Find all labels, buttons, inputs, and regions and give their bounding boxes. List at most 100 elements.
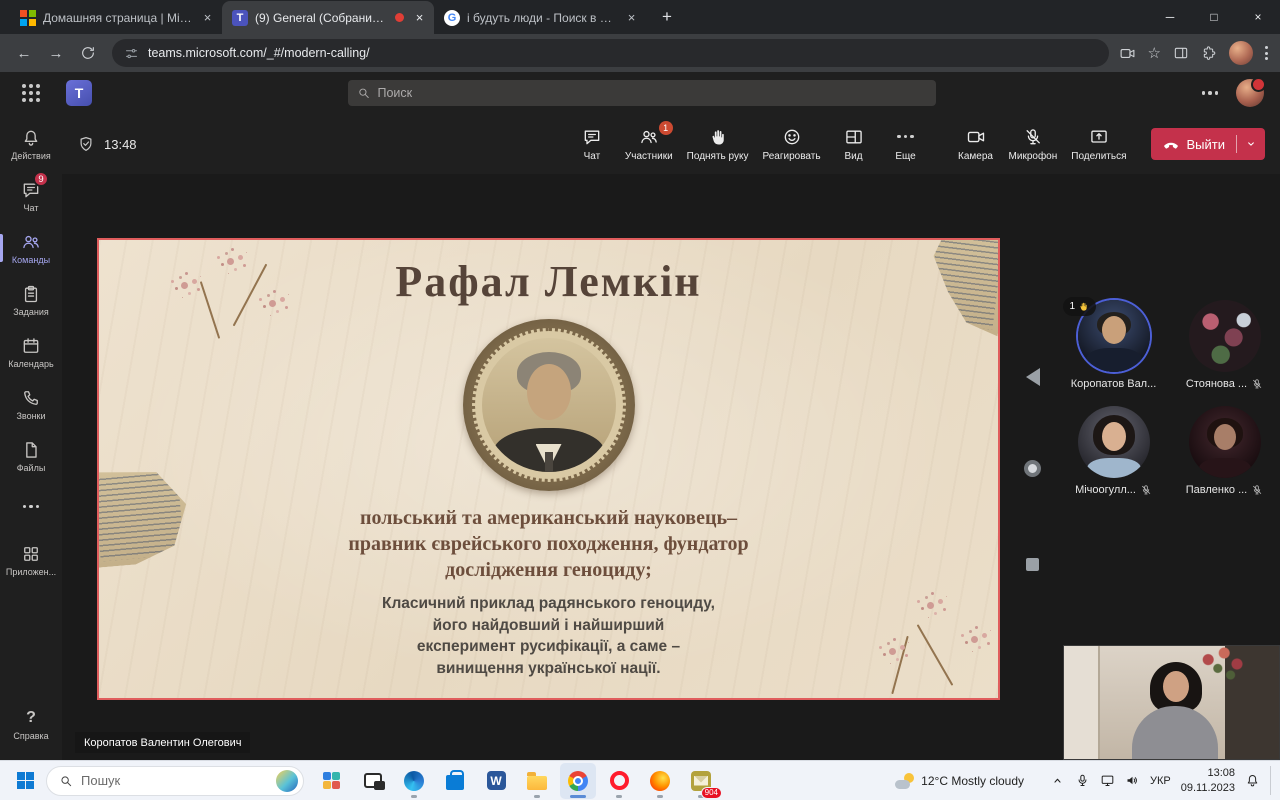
- phone-icon: [21, 388, 41, 408]
- participant-tile[interactable]: 1 Коропатов Вал...: [1061, 300, 1167, 390]
- participant-tile[interactable]: Стоянова ...: [1172, 300, 1278, 390]
- sidebar-item-files[interactable]: Файлы: [0, 430, 62, 482]
- tab-teams-meeting[interactable]: (9) General (Собрание) | M ×: [222, 1, 434, 34]
- edge-icon: [404, 771, 424, 791]
- meeting-chat-button[interactable]: Чат: [567, 122, 617, 167]
- sidebar-item-chat[interactable]: 9 Чат: [0, 170, 62, 222]
- volume-icon[interactable]: [1125, 773, 1140, 788]
- slide-paragraph-2: Класичний приклад радянського геноциду, …: [99, 593, 998, 680]
- side-panel-icon[interactable]: [1173, 45, 1189, 61]
- search-highlight-icon[interactable]: [276, 770, 298, 792]
- sidebar-item-more[interactable]: [0, 482, 62, 534]
- file-explorer-button[interactable]: [519, 763, 555, 799]
- sidebar-item-activity[interactable]: Действия: [0, 118, 62, 170]
- start-button[interactable]: [8, 764, 42, 798]
- weather-widget[interactable]: 12°C Mostly cloudy: [895, 773, 1024, 789]
- slide-nav-dot-icon[interactable]: [1024, 460, 1041, 477]
- button-label: Еще: [895, 151, 915, 162]
- taskbar-search-input[interactable]: [81, 773, 268, 788]
- tab-close-icon[interactable]: ×: [623, 9, 640, 26]
- sidebar-item-calls[interactable]: Звонки: [0, 378, 62, 430]
- slide-previous-arrow-icon[interactable]: [1026, 368, 1040, 386]
- close-button[interactable]: ×: [1236, 0, 1280, 33]
- taskbar-clock[interactable]: 13:08 09.11.2023: [1181, 766, 1235, 795]
- mail-button[interactable]: 904: [683, 763, 719, 799]
- display-icon[interactable]: [1100, 773, 1115, 788]
- app-launcher-waffle-icon[interactable]: [22, 84, 40, 102]
- language-indicator[interactable]: УКР: [1150, 775, 1171, 787]
- new-tab-button[interactable]: +: [654, 4, 680, 30]
- sidebar-item-teams[interactable]: Команды: [0, 222, 62, 274]
- tab-close-icon[interactable]: ×: [199, 9, 216, 26]
- participant-avatar: [1189, 406, 1261, 478]
- opera-button[interactable]: [601, 763, 637, 799]
- teams-search-input[interactable]: [378, 86, 928, 100]
- more-actions-button[interactable]: Еще: [881, 122, 931, 167]
- share-button[interactable]: Поделиться: [1065, 122, 1132, 167]
- bookmark-star-icon[interactable]: ☆: [1148, 44, 1161, 62]
- bell-icon: [21, 128, 41, 148]
- firefox-button[interactable]: [642, 763, 678, 799]
- task-view-button[interactable]: [355, 763, 391, 799]
- share-screen-icon: [1089, 127, 1109, 147]
- raise-hand-button[interactable]: Поднять руку: [681, 122, 755, 167]
- tab-close-icon[interactable]: ×: [411, 9, 428, 26]
- participant-tile[interactable]: Павленко ...: [1172, 406, 1278, 496]
- leave-split-button: Выйти: [1151, 128, 1266, 160]
- minimize-button[interactable]: ─: [1148, 0, 1192, 33]
- sidebar-item-label: Файлы: [17, 463, 46, 473]
- tab-camera-icon[interactable]: [1119, 45, 1136, 62]
- chrome-button[interactable]: [560, 763, 596, 799]
- leave-options-chevron[interactable]: [1237, 137, 1265, 151]
- forward-icon[interactable]: →: [42, 39, 70, 67]
- sidebar-item-calendar[interactable]: Календарь: [0, 326, 62, 378]
- microphone-button[interactable]: Микрофон: [1003, 122, 1064, 167]
- site-settings-icon[interactable]: [124, 46, 139, 61]
- camera-button[interactable]: Камера: [951, 122, 1001, 167]
- presenter-name-tooltip: Коропатов Валентин Олегович: [75, 732, 250, 753]
- extensions-puzzle-icon[interactable]: [1201, 45, 1217, 61]
- teams-top-bar-right: [1202, 79, 1280, 107]
- leave-button[interactable]: Выйти: [1151, 135, 1237, 153]
- meeting-participants-button[interactable]: 1 Участники: [619, 122, 679, 167]
- participant-tile[interactable]: Мічоогулл...: [1061, 406, 1167, 496]
- sidebar-item-label: Задания: [13, 307, 49, 317]
- widgets-button[interactable]: [314, 763, 350, 799]
- mic-muted-icon: [1023, 127, 1043, 147]
- sidebar-item-help[interactable]: ? Справка: [0, 698, 62, 750]
- system-tray: 12°C Mostly cloudy УКР 13:08 09.11.2023: [895, 766, 1280, 795]
- refresh-icon[interactable]: [74, 39, 102, 67]
- edge-button[interactable]: [396, 763, 432, 799]
- clock-time: 13:08: [1181, 766, 1235, 780]
- browser-profile-avatar[interactable]: [1229, 41, 1253, 65]
- presenter-video-tile[interactable]: [1063, 645, 1280, 760]
- teams-profile-avatar[interactable]: [1236, 79, 1264, 107]
- firefox-icon: [650, 771, 670, 791]
- react-button[interactable]: Реагировать: [756, 122, 826, 167]
- word-button[interactable]: [478, 763, 514, 799]
- notifications-bell-icon[interactable]: [1245, 773, 1260, 788]
- camera-icon: [966, 127, 986, 147]
- store-button[interactable]: [437, 763, 473, 799]
- tray-m ic-icon[interactable]: [1075, 773, 1090, 788]
- teams-more-options-icon[interactable]: [1202, 91, 1219, 95]
- browser-menu-icon[interactable]: [1265, 46, 1268, 60]
- view-button[interactable]: Вид: [829, 122, 879, 167]
- tab-google-search[interactable]: і будуть люди - Поиск в Googl ×: [434, 1, 646, 34]
- sidebar-item-assignments[interactable]: Задания: [0, 274, 62, 326]
- teams-search-box[interactable]: [348, 80, 936, 106]
- taskbar-search-box[interactable]: [46, 766, 304, 796]
- chat-bubble-icon: [582, 127, 602, 147]
- sidebar-item-apps[interactable]: Приложен...: [0, 534, 62, 586]
- tab-home[interactable]: Домашняя страница | Microsof ×: [10, 1, 222, 34]
- hand-count: 1: [1070, 301, 1076, 312]
- sidebar-item-label: Действия: [11, 151, 50, 161]
- decor: [1086, 348, 1142, 372]
- maximize-button[interactable]: □: [1192, 0, 1236, 33]
- url-omnibox[interactable]: teams.microsoft.com/_#/modern-calling/: [112, 39, 1109, 67]
- slide-stop-square-icon[interactable]: [1026, 558, 1039, 571]
- back-icon[interactable]: ←: [10, 39, 38, 67]
- show-desktop-strip[interactable]: [1270, 766, 1274, 795]
- slide-text-line: дослідження геноциду;: [99, 557, 998, 583]
- hidden-icons-chevron-icon[interactable]: [1050, 773, 1065, 788]
